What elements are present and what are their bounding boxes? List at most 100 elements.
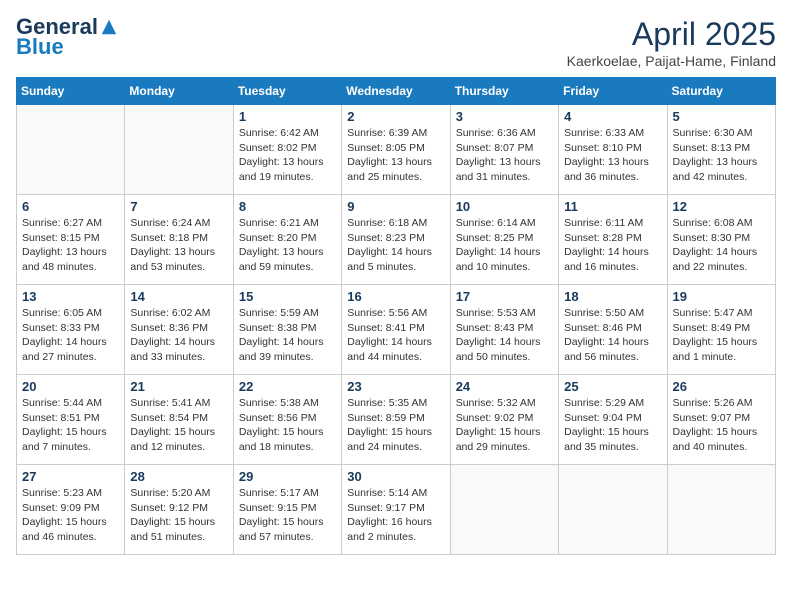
day-info: Sunrise: 6:42 AMSunset: 8:02 PMDaylight:…: [239, 126, 336, 185]
day-info: Sunrise: 6:05 AMSunset: 8:33 PMDaylight:…: [22, 306, 119, 365]
calendar-cell: 20Sunrise: 5:44 AMSunset: 8:51 PMDayligh…: [17, 375, 125, 465]
day-number: 20: [22, 379, 119, 394]
day-info: Sunrise: 6:33 AMSunset: 8:10 PMDaylight:…: [564, 126, 661, 185]
day-info: Sunrise: 5:26 AMSunset: 9:07 PMDaylight:…: [673, 396, 770, 455]
logo-blue-text: Blue: [16, 34, 64, 60]
day-number: 7: [130, 199, 227, 214]
day-number: 24: [456, 379, 553, 394]
calendar-cell: 27Sunrise: 5:23 AMSunset: 9:09 PMDayligh…: [17, 465, 125, 555]
day-number: 23: [347, 379, 444, 394]
calendar-cell: 3 Sunrise: 6:36 AMSunset: 8:07 PMDaylight…: [450, 105, 558, 195]
calendar-cell: 1 Sunrise: 6:42 AMSunset: 8:02 PMDaylight…: [233, 105, 341, 195]
day-info: Sunrise: 5:20 AMSunset: 9:12 PMDaylight:…: [130, 486, 227, 545]
day-info: Sunrise: 6:27 AMSunset: 8:15 PMDaylight:…: [22, 216, 119, 275]
calendar-header-wednesday: Wednesday: [342, 78, 450, 105]
calendar-cell: 26 Sunrise: 5:26 AMSunset: 9:07 PMDayligh…: [667, 375, 775, 465]
calendar-cell: 16 Sunrise: 5:56 AMSunset: 8:41 PMDayligh…: [342, 285, 450, 375]
calendar-cell: [559, 465, 667, 555]
day-number: 9: [347, 199, 444, 214]
day-info: Sunrise: 6:21 AMSunset: 8:20 PMDaylight:…: [239, 216, 336, 275]
calendar-header-sunday: Sunday: [17, 78, 125, 105]
day-info: Sunrise: 5:59 AMSunset: 8:38 PMDaylight:…: [239, 306, 336, 365]
calendar-cell: 22 Sunrise: 5:38 AMSunset: 8:56 PMDayligh…: [233, 375, 341, 465]
calendar-header-monday: Monday: [125, 78, 233, 105]
day-info: Sunrise: 6:14 AMSunset: 8:25 PMDaylight:…: [456, 216, 553, 275]
day-info: Sunrise: 6:08 AMSunset: 8:30 PMDaylight:…: [673, 216, 770, 275]
day-number: 15: [239, 289, 336, 304]
calendar-cell: 23 Sunrise: 5:35 AMSunset: 8:59 PMDayligh…: [342, 375, 450, 465]
calendar-cell: 24 Sunrise: 5:32 AMSunset: 9:02 PMDayligh…: [450, 375, 558, 465]
calendar-cell: 29 Sunrise: 5:17 AMSunset: 9:15 PMDayligh…: [233, 465, 341, 555]
day-number: 30: [347, 469, 444, 484]
day-info: Sunrise: 5:38 AMSunset: 8:56 PMDaylight:…: [239, 396, 336, 455]
calendar-header-row: SundayMondayTuesdayWednesdayThursdayFrid…: [17, 78, 776, 105]
location-subtitle: Kaerkoelae, Paijat-Hame, Finland: [567, 53, 776, 69]
day-number: 25: [564, 379, 661, 394]
calendar-cell: 5 Sunrise: 6:30 AMSunset: 8:13 PMDaylight…: [667, 105, 775, 195]
day-info: Sunrise: 5:35 AMSunset: 8:59 PMDaylight:…: [347, 396, 444, 455]
day-info: Sunrise: 6:30 AMSunset: 8:13 PMDaylight:…: [673, 126, 770, 185]
day-number: 5: [673, 109, 770, 124]
calendar-cell: 21Sunrise: 5:41 AMSunset: 8:54 PMDayligh…: [125, 375, 233, 465]
calendar-header-thursday: Thursday: [450, 78, 558, 105]
day-number: 17: [456, 289, 553, 304]
calendar-cell: 8Sunrise: 6:21 AMSunset: 8:20 PMDaylight…: [233, 195, 341, 285]
calendar-cell: 30 Sunrise: 5:14 AMSunset: 9:17 PMDayligh…: [342, 465, 450, 555]
calendar-week-row: 13 Sunrise: 6:05 AMSunset: 8:33 PMDayligh…: [17, 285, 776, 375]
day-number: 12: [673, 199, 770, 214]
day-number: 1: [239, 109, 336, 124]
logo-icon: [100, 18, 118, 36]
month-title: April 2025: [567, 16, 776, 53]
day-number: 14: [130, 289, 227, 304]
page-header: General Blue April 2025 Kaerkoelae, Paij…: [16, 16, 776, 69]
day-info: Sunrise: 6:24 AMSunset: 8:18 PMDaylight:…: [130, 216, 227, 275]
calendar-header-friday: Friday: [559, 78, 667, 105]
day-info: Sunrise: 5:47 AMSunset: 8:49 PMDaylight:…: [673, 306, 770, 365]
day-info: Sunrise: 5:29 AMSunset: 9:04 PMDaylight:…: [564, 396, 661, 455]
calendar-header-saturday: Saturday: [667, 78, 775, 105]
day-number: 4: [564, 109, 661, 124]
calendar-cell: 2 Sunrise: 6:39 AMSunset: 8:05 PMDaylight…: [342, 105, 450, 195]
day-info: Sunrise: 5:56 AMSunset: 8:41 PMDaylight:…: [347, 306, 444, 365]
calendar-table: SundayMondayTuesdayWednesdayThursdayFrid…: [16, 77, 776, 555]
day-number: 26: [673, 379, 770, 394]
calendar-cell: [17, 105, 125, 195]
day-info: Sunrise: 5:32 AMSunset: 9:02 PMDaylight:…: [456, 396, 553, 455]
calendar-week-row: 27Sunrise: 5:23 AMSunset: 9:09 PMDayligh…: [17, 465, 776, 555]
day-number: 28: [130, 469, 227, 484]
day-info: Sunrise: 6:39 AMSunset: 8:05 PMDaylight:…: [347, 126, 444, 185]
day-number: 18: [564, 289, 661, 304]
day-info: Sunrise: 6:11 AMSunset: 8:28 PMDaylight:…: [564, 216, 661, 275]
day-number: 2: [347, 109, 444, 124]
calendar-cell: 6 Sunrise: 6:27 AMSunset: 8:15 PMDaylight…: [17, 195, 125, 285]
day-number: 13: [22, 289, 119, 304]
calendar-cell: 7 Sunrise: 6:24 AMSunset: 8:18 PMDaylight…: [125, 195, 233, 285]
calendar-cell: [125, 105, 233, 195]
day-info: Sunrise: 5:53 AMSunset: 8:43 PMDaylight:…: [456, 306, 553, 365]
calendar-cell: 18 Sunrise: 5:50 AMSunset: 8:46 PMDayligh…: [559, 285, 667, 375]
day-number: 21: [130, 379, 227, 394]
calendar-cell: 10Sunrise: 6:14 AMSunset: 8:25 PMDayligh…: [450, 195, 558, 285]
day-number: 6: [22, 199, 119, 214]
day-info: Sunrise: 5:14 AMSunset: 9:17 PMDaylight:…: [347, 486, 444, 545]
calendar-week-row: 1 Sunrise: 6:42 AMSunset: 8:02 PMDaylight…: [17, 105, 776, 195]
calendar-cell: 19Sunrise: 5:47 AMSunset: 8:49 PMDayligh…: [667, 285, 775, 375]
calendar-cell: 11Sunrise: 6:11 AMSunset: 8:28 PMDayligh…: [559, 195, 667, 285]
calendar-cell: 9Sunrise: 6:18 AMSunset: 8:23 PMDaylight…: [342, 195, 450, 285]
day-info: Sunrise: 5:50 AMSunset: 8:46 PMDaylight:…: [564, 306, 661, 365]
title-section: April 2025 Kaerkoelae, Paijat-Hame, Finl…: [567, 16, 776, 69]
day-number: 16: [347, 289, 444, 304]
calendar-cell: 28 Sunrise: 5:20 AMSunset: 9:12 PMDayligh…: [125, 465, 233, 555]
calendar-header-tuesday: Tuesday: [233, 78, 341, 105]
calendar-cell: [450, 465, 558, 555]
day-info: Sunrise: 5:17 AMSunset: 9:15 PMDaylight:…: [239, 486, 336, 545]
calendar-cell: 12 Sunrise: 6:08 AMSunset: 8:30 PMDayligh…: [667, 195, 775, 285]
day-number: 22: [239, 379, 336, 394]
calendar-week-row: 6 Sunrise: 6:27 AMSunset: 8:15 PMDaylight…: [17, 195, 776, 285]
day-info: Sunrise: 6:02 AMSunset: 8:36 PMDaylight:…: [130, 306, 227, 365]
calendar-week-row: 20Sunrise: 5:44 AMSunset: 8:51 PMDayligh…: [17, 375, 776, 465]
day-number: 3: [456, 109, 553, 124]
calendar-cell: 13 Sunrise: 6:05 AMSunset: 8:33 PMDayligh…: [17, 285, 125, 375]
day-number: 29: [239, 469, 336, 484]
day-info: Sunrise: 6:36 AMSunset: 8:07 PMDaylight:…: [456, 126, 553, 185]
